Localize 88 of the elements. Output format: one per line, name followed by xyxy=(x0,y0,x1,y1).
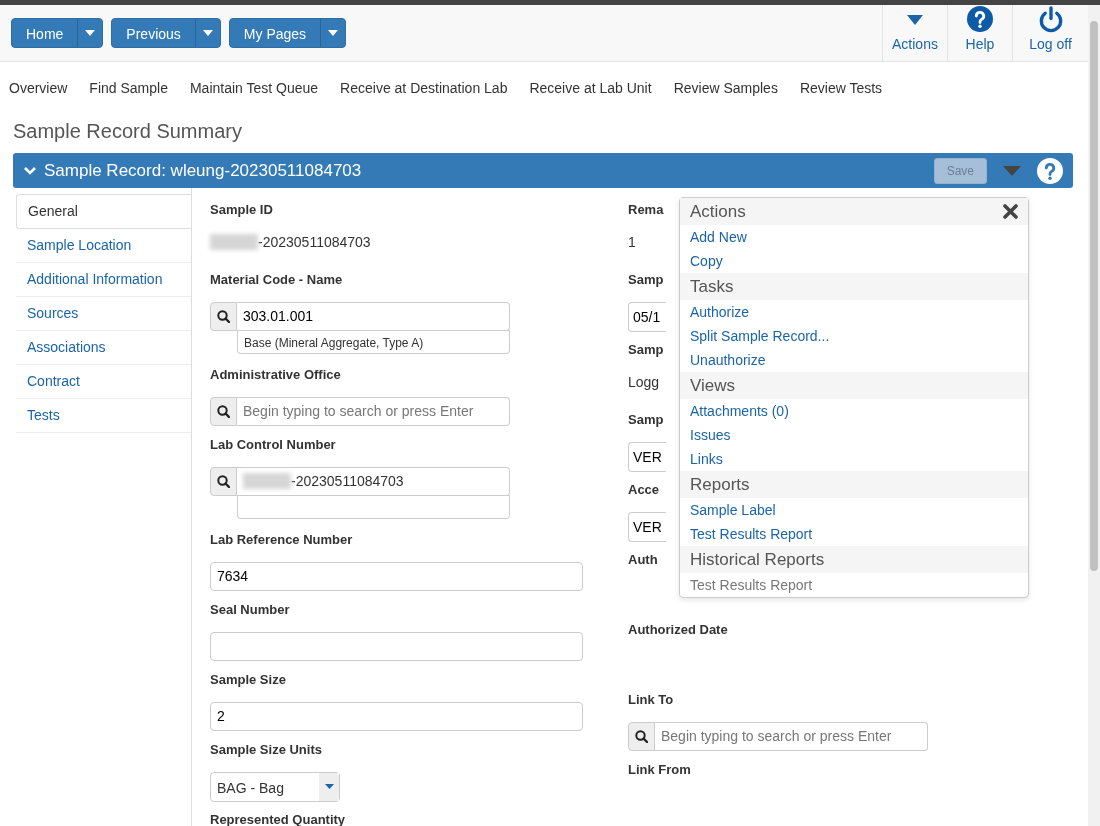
nav-link[interactable]: Receive at Lab Unit xyxy=(529,80,652,96)
field-label: Samp xyxy=(628,271,664,289)
lookup-field[interactable]: Begin typing to search or press Enter xyxy=(655,721,928,751)
field-label: Lab Control Number xyxy=(210,436,336,454)
search-icon xyxy=(635,729,648,743)
text-field[interactable]: 2 xyxy=(210,701,583,731)
menu-item[interactable]: Test Results Report xyxy=(680,522,823,546)
side-tab[interactable]: Tests xyxy=(16,399,191,433)
text-field[interactable]: 7634 xyxy=(210,561,583,591)
field-value: Logg xyxy=(628,372,660,392)
field-value: -20230511084703 xyxy=(258,232,371,252)
text-field[interactable] xyxy=(210,631,583,661)
power-icon xyxy=(1037,6,1064,33)
field-label: Sample Size Units xyxy=(210,741,322,759)
nav-link[interactable]: Overview xyxy=(9,80,68,96)
side-tab[interactable]: Sample Location xyxy=(16,229,191,263)
field-label: Sample Size xyxy=(210,671,286,689)
nav-link[interactable]: Review Samples xyxy=(673,80,778,96)
side-tab[interactable]: Associations xyxy=(16,331,191,365)
menu-item: Test Results Report xyxy=(689,576,814,595)
text-field[interactable]: 05/1 xyxy=(628,301,666,332)
menu-section-title: Historical Reports xyxy=(690,548,825,571)
search-button[interactable] xyxy=(210,396,237,426)
field-label: Samp xyxy=(628,411,664,429)
lookup-field[interactable]: -20230511084703 xyxy=(237,466,510,496)
scrollbar-thumb[interactable] xyxy=(1090,21,1098,571)
search-icon xyxy=(217,474,230,488)
search-icon xyxy=(217,309,230,323)
menu-item[interactable]: Issues xyxy=(680,423,741,447)
menu-section-title: Views xyxy=(690,374,736,397)
menu-section-title: Tasks xyxy=(690,275,734,298)
menu-item[interactable]: Copy xyxy=(680,249,733,273)
toolbar-button[interactable]: Actions xyxy=(882,5,947,61)
field-label: Acce xyxy=(628,481,660,499)
lookup-field[interactable]: 303.01.001 xyxy=(237,301,510,331)
field-label: Seal Number xyxy=(210,601,290,619)
toolbar-button[interactable]: Log off xyxy=(1012,5,1088,61)
dropdown-field[interactable]: BAG - Bag xyxy=(210,771,340,802)
caret-icon xyxy=(324,784,334,789)
search-button[interactable] xyxy=(210,301,237,331)
field-label: Rema xyxy=(628,201,664,219)
lookup-field[interactable]: Begin typing to search or press Enter xyxy=(237,396,510,426)
menu-item[interactable]: Add New xyxy=(680,225,757,249)
field-label: Sample ID xyxy=(210,201,273,219)
menu-item[interactable]: Links xyxy=(680,447,733,471)
menu-item[interactable]: Attachments (0) xyxy=(680,399,799,423)
text-field[interactable]: VER xyxy=(628,511,666,542)
field-label: Represented Quantity xyxy=(210,811,346,826)
menu-button[interactable]: My Pages xyxy=(228,18,347,48)
side-tab[interactable]: Contract xyxy=(16,365,191,399)
menu-section-title: Actions xyxy=(690,200,746,223)
search-button[interactable] xyxy=(628,721,655,751)
record-title: Sample Record: wleung-20230511084703 xyxy=(44,159,362,182)
caret-icon xyxy=(202,30,213,36)
side-tab[interactable]: Additional Information xyxy=(16,263,191,297)
nav-link[interactable]: Review Tests xyxy=(799,80,883,96)
menu-item[interactable]: Unauthorize xyxy=(680,348,776,372)
field-label: Authorized Date xyxy=(628,621,728,639)
search-icon xyxy=(217,404,230,418)
field-label: Link From xyxy=(628,761,691,779)
side-tab[interactable]: General xyxy=(16,194,192,229)
menu-item[interactable]: Split Sample Record... xyxy=(680,324,840,348)
close-icon[interactable] xyxy=(1003,204,1018,219)
field-label: Samp xyxy=(628,341,664,359)
nav-link[interactable]: Find Sample xyxy=(89,80,168,96)
menu-section-title: Reports xyxy=(690,473,750,496)
nav-link[interactable]: Receive at Destination Lab xyxy=(340,80,508,96)
field-label: Link To xyxy=(628,691,674,709)
toolbar-button[interactable]: Help xyxy=(947,5,1012,61)
search-button[interactable] xyxy=(210,466,237,496)
side-tab[interactable]: Sources xyxy=(16,297,191,331)
menu-button[interactable]: Home xyxy=(11,18,104,48)
page-title: Sample Record Summary xyxy=(12,119,243,144)
caret-icon xyxy=(907,15,923,25)
description-field: Base (Mineral Aggregate, Type A) xyxy=(237,329,510,354)
caret-icon xyxy=(328,30,339,36)
caret-icon xyxy=(85,30,96,36)
field-value: 1 xyxy=(628,232,636,252)
help-icon[interactable] xyxy=(1037,157,1063,184)
menu-button[interactable]: Previous xyxy=(111,18,221,48)
field-label: Auth xyxy=(628,551,658,569)
nav-link[interactable]: Maintain Test Queue xyxy=(189,80,319,96)
field-label: Administrative Office xyxy=(210,366,341,384)
field-label: Material Code - Name xyxy=(210,271,343,289)
menu-item[interactable]: Sample Label xyxy=(680,498,786,522)
field-label: Lab Reference Number xyxy=(210,531,353,549)
menu-item[interactable]: Authorize xyxy=(680,300,760,324)
text-field[interactable]: VER xyxy=(628,441,666,472)
